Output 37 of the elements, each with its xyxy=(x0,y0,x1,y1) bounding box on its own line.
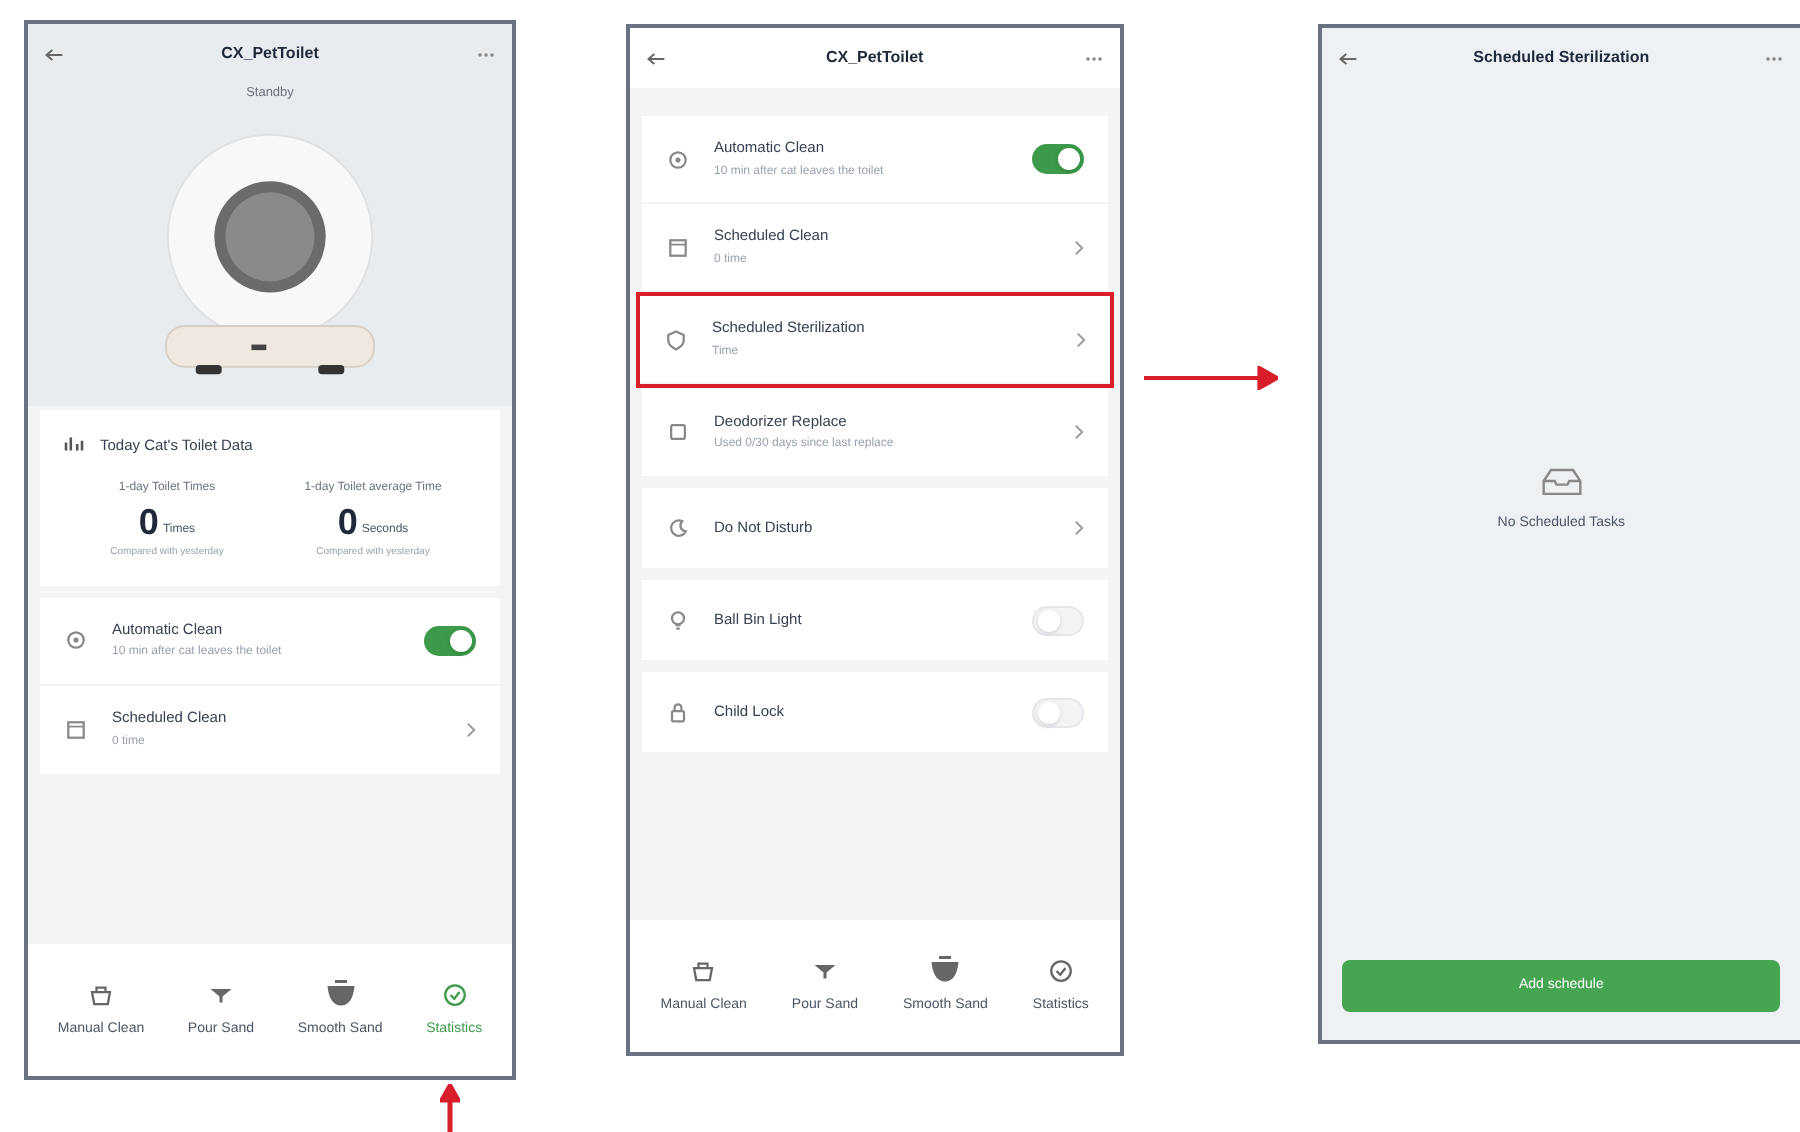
screen-title: CX_PetToilet xyxy=(825,46,924,70)
bar-chart-icon xyxy=(64,436,84,453)
shield-icon xyxy=(664,327,688,351)
right-arrow xyxy=(1143,366,1279,390)
toggle-switch[interactable] xyxy=(1031,605,1084,635)
chevron-icon xyxy=(1073,520,1084,536)
calendar-icon xyxy=(64,717,88,741)
up-arrow xyxy=(440,1084,460,1132)
calendar-icon xyxy=(666,235,690,259)
target-icon xyxy=(666,147,690,171)
check-circle-icon xyxy=(439,979,470,1010)
back-arrow-icon[interactable] xyxy=(1338,51,1359,65)
more-icon[interactable] xyxy=(476,51,496,57)
chevron-icon xyxy=(1075,331,1086,347)
moon-icon xyxy=(666,516,690,540)
back-arrow-icon[interactable] xyxy=(646,51,666,65)
more-icon[interactable] xyxy=(1764,55,1784,61)
toggle-switch[interactable] xyxy=(1031,697,1084,727)
chevron-icon xyxy=(466,721,476,737)
target-icon xyxy=(64,628,88,652)
screen-title: CX_PetToilet xyxy=(221,42,319,66)
bulb-icon xyxy=(666,608,690,632)
bowl-icon xyxy=(325,979,356,1010)
screen-title: Scheduled Sterilization xyxy=(1473,46,1650,70)
lock-icon xyxy=(666,700,690,724)
tray-icon xyxy=(1539,464,1584,499)
toggle-switch[interactable] xyxy=(424,625,476,655)
more-icon[interactable] xyxy=(1083,55,1104,61)
stat-value: 0 xyxy=(138,504,159,540)
stat-value: 0 xyxy=(337,504,358,540)
chevron-icon xyxy=(1073,424,1084,440)
check-circle-icon xyxy=(1045,955,1076,986)
chevron-icon xyxy=(1073,239,1084,255)
toggle-switch[interactable] xyxy=(1031,144,1084,174)
back-arrow-icon[interactable] xyxy=(44,47,64,61)
square-icon xyxy=(666,420,690,444)
bowl-icon xyxy=(930,955,961,986)
